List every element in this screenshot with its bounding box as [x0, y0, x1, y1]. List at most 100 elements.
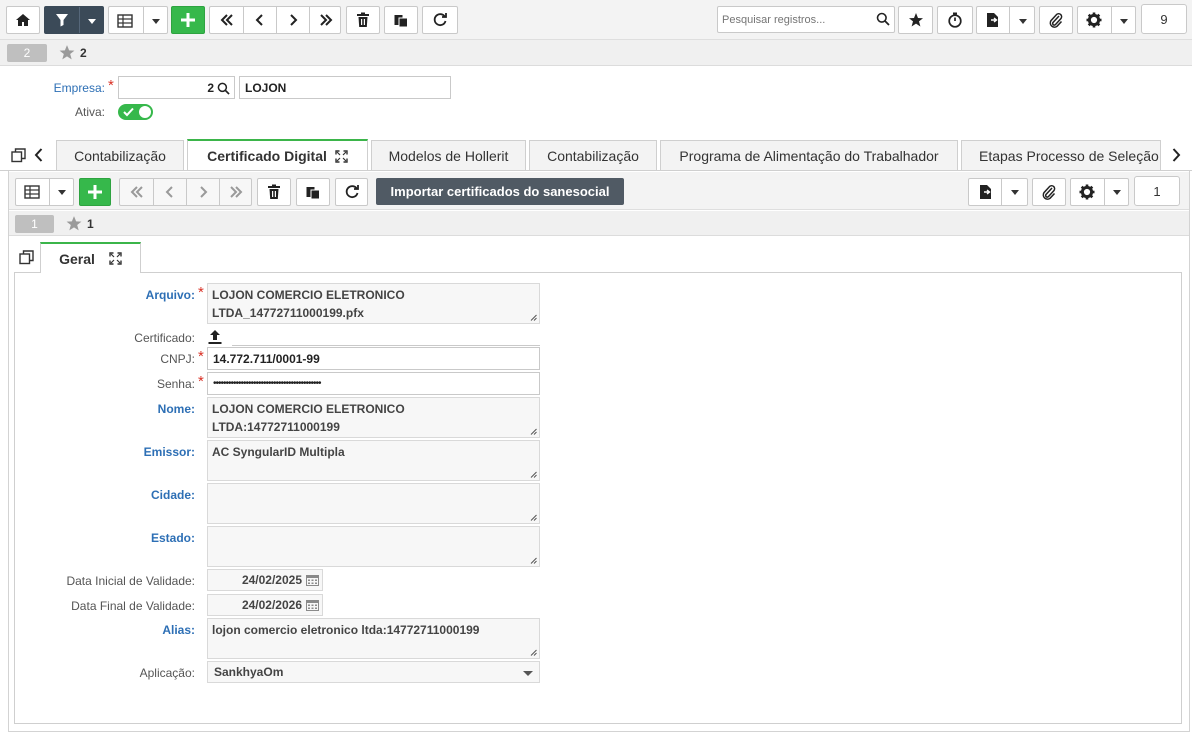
copy-window-icon[interactable] — [19, 250, 34, 265]
grid-view-button[interactable] — [108, 6, 168, 34]
resize-grip-icon[interactable] — [530, 428, 537, 435]
import-certificates-button[interactable]: Importar certificados do sanesocial — [376, 178, 624, 205]
record-count: 2 — [80, 46, 87, 60]
copy-icon — [394, 15, 408, 28]
tab-etapas-processo-selecao[interactable]: Etapas Processo de Seleção — [961, 140, 1161, 171]
current-record-badge[interactable]: 2 — [7, 44, 47, 62]
aplicacao-value: SankhyaOm — [214, 665, 284, 679]
add-record-button[interactable] — [79, 178, 111, 206]
tab-certificado-digital[interactable]: Certificado Digital — [187, 139, 368, 171]
paperclip-icon — [1049, 12, 1063, 28]
add-record-button[interactable] — [171, 6, 205, 34]
search-input[interactable] — [722, 11, 872, 29]
settings-button[interactable] — [1070, 178, 1129, 206]
attachments-button[interactable] — [1032, 178, 1066, 206]
next-record-button[interactable] — [276, 7, 309, 33]
double-chevron-left-icon — [220, 14, 233, 26]
empresa-code-input[interactable]: 2 — [118, 76, 235, 99]
empresa-name-field: LOJON — [239, 76, 451, 99]
last-record-button[interactable] — [309, 7, 342, 33]
data-final-value: 24/02/2026 — [241, 598, 302, 612]
required-marker: * — [198, 348, 204, 365]
empresa-code-value: 2 — [207, 80, 214, 95]
favorites-button[interactable] — [898, 6, 933, 34]
required-marker: * — [198, 284, 204, 301]
cidade-label: Cidade: — [150, 488, 195, 502]
resize-grip-icon[interactable] — [530, 649, 537, 656]
filter-icon — [56, 14, 68, 27]
double-chevron-right-icon — [229, 186, 242, 198]
page-number[interactable]: 9 — [1141, 4, 1187, 34]
sub-record-bar: 1 1 — [9, 211, 1189, 236]
resize-grip-icon[interactable] — [530, 471, 537, 478]
first-record-button[interactable] — [210, 7, 243, 33]
upload-icon[interactable] — [207, 329, 223, 345]
certificado-underline — [232, 345, 540, 346]
alias-label: Alias: — [162, 623, 195, 637]
refresh-button[interactable] — [335, 178, 368, 206]
tab-programa-alimentacao[interactable]: Programa de Alimentação do Trabalhador — [660, 140, 958, 171]
expand-icon[interactable] — [109, 252, 122, 265]
previous-record-button[interactable] — [243, 7, 276, 33]
calendar-icon[interactable] — [306, 574, 319, 586]
settings-button[interactable] — [1077, 6, 1136, 34]
export-button[interactable] — [976, 6, 1035, 34]
current-record-badge[interactable]: 1 — [15, 215, 54, 233]
cidade-field — [207, 483, 540, 524]
delete-button[interactable] — [346, 6, 380, 34]
export-button[interactable] — [968, 178, 1028, 206]
tab-contabilizacao[interactable]: Contabilização — [56, 140, 184, 171]
first-record-button[interactable] — [120, 179, 153, 205]
chevron-down-icon — [1120, 19, 1128, 24]
refresh-button[interactable] — [422, 6, 458, 34]
delete-button[interactable] — [257, 178, 291, 206]
home-icon — [16, 14, 30, 26]
timer-button[interactable] — [937, 6, 973, 34]
tab-contabilizacao-2[interactable]: Contabilização — [529, 140, 657, 171]
tab-modelos-de-hollerit[interactable]: Modelos de Hollerit — [371, 140, 526, 171]
attachments-button[interactable] — [1039, 6, 1073, 34]
search-icon[interactable] — [217, 82, 230, 95]
record-count: 1 — [87, 217, 94, 231]
aplicacao-select[interactable]: SankhyaOm — [207, 661, 540, 683]
senha-input[interactable]: ••••••••••••••••••••••••••••••••••••••••… — [207, 372, 540, 395]
copy-window-icon[interactable] — [11, 148, 26, 163]
page-number[interactable]: 1 — [1134, 176, 1180, 206]
resize-grip-icon[interactable] — [530, 514, 537, 521]
estado-field — [207, 526, 540, 567]
previous-record-button[interactable] — [153, 179, 186, 205]
duplicate-button[interactable] — [296, 178, 330, 206]
grid-view-button[interactable] — [15, 178, 74, 206]
cnpj-input[interactable]: 14.772.711/0001-99 — [207, 347, 540, 370]
tab-scroll-right-icon[interactable] — [1170, 147, 1182, 163]
file-export-icon — [980, 185, 991, 199]
arquivo-value: LOJON COMERCIO ELETRONICO LTDA_147727110… — [212, 288, 405, 320]
calendar-icon[interactable] — [306, 599, 319, 611]
trash-icon — [268, 184, 280, 199]
data-inicial-value: 24/02/2025 — [241, 573, 302, 587]
certificado-label: Certificado: — [134, 331, 195, 345]
star-icon[interactable] — [58, 44, 76, 61]
expand-icon[interactable] — [335, 149, 348, 163]
tab-label: Certificado Digital — [207, 148, 327, 164]
ativa-toggle[interactable] — [118, 104, 153, 120]
duplicate-button[interactable] — [384, 6, 418, 34]
next-record-button[interactable] — [186, 179, 219, 205]
resize-grip-icon[interactable] — [530, 314, 537, 321]
cnpj-label: CNPJ: — [160, 352, 195, 366]
tab-geral[interactable]: Geral — [40, 242, 141, 273]
resize-grip-icon[interactable] — [530, 557, 537, 564]
last-record-button[interactable] — [219, 179, 252, 205]
refresh-icon — [345, 185, 359, 199]
chevron-down-icon — [152, 19, 160, 24]
search-icon[interactable] — [876, 12, 890, 26]
emissor-label: Emissor: — [143, 445, 195, 459]
star-icon[interactable] — [65, 215, 83, 232]
home-button[interactable] — [6, 6, 40, 34]
alias-value: lojon comercio eletronico ltda:147727110… — [212, 623, 480, 637]
double-chevron-left-icon — [130, 186, 143, 198]
arquivo-label: Arquivo: — [145, 288, 195, 302]
filter-button[interactable] — [44, 6, 104, 34]
tab-scroll-left-icon[interactable] — [33, 147, 45, 163]
required-marker: * — [198, 373, 204, 390]
